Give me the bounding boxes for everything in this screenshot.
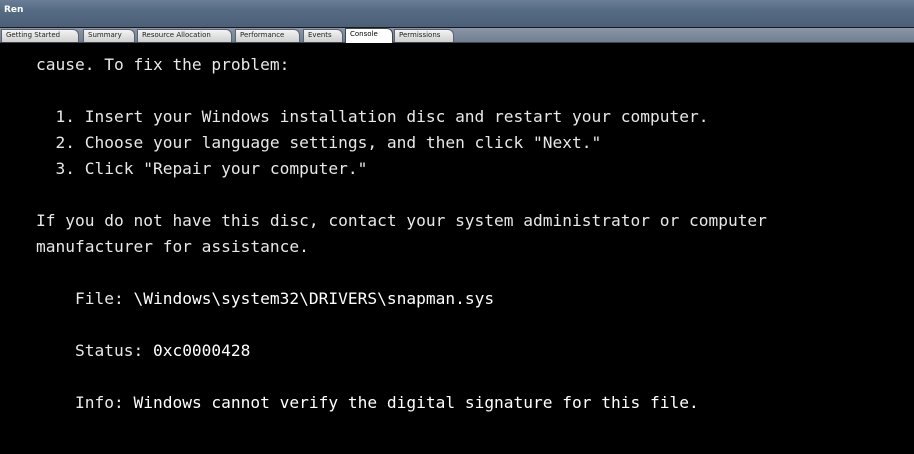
tab-summary[interactable]: Summary — [83, 29, 135, 42]
info-value: Windows cannot verify the digital signat… — [133, 393, 699, 412]
tab-console[interactable]: Console — [345, 28, 393, 43]
console-output: cause. To fix the problem: 1. Insert you… — [36, 52, 904, 416]
file-path-value: \Windows\system32\DRIVERS\snapman.sys — [133, 289, 495, 308]
tab-resource-allocation[interactable]: Resource Allocation — [137, 29, 232, 42]
title-bar: Ren — [0, 0, 914, 27]
console-screen[interactable]: cause. To fix the problem: 1. Insert you… — [0, 43, 914, 454]
info-label: Info: — [74, 393, 134, 412]
window-title: Ren — [4, 5, 24, 15]
console-line: manufacturer for assistance. — [36, 237, 309, 256]
status-line: Status: 0xc0000428 — [36, 338, 904, 364]
tab-performance[interactable]: Performance — [235, 29, 300, 42]
status-code-value: 0xc0000428 — [152, 341, 251, 360]
console-line: If you do not have this disc, contact yo… — [36, 211, 767, 230]
file-label: File: — [74, 289, 134, 308]
vm-window: Ren Getting Started Summary Resource All… — [0, 0, 914, 454]
console-line: 1. Insert your Windows installation disc… — [36, 107, 709, 126]
tab-strip: Getting Started Summary Resource Allocat… — [0, 28, 914, 43]
tab-permissions[interactable]: Permissions — [394, 29, 454, 42]
console-line: cause. To fix the problem: — [36, 55, 290, 74]
info-line: Info: Windows cannot verify the digital … — [36, 390, 904, 416]
status-label: Status: — [74, 341, 153, 360]
console-line: 2. Choose your language settings, and th… — [36, 133, 602, 152]
console-line: 3. Click "Repair your computer." — [36, 159, 368, 178]
tab-events[interactable]: Events — [303, 29, 343, 42]
file-line: File: \Windows\system32\DRIVERS\snapman.… — [36, 286, 904, 312]
tab-getting-started[interactable]: Getting Started — [1, 29, 79, 42]
